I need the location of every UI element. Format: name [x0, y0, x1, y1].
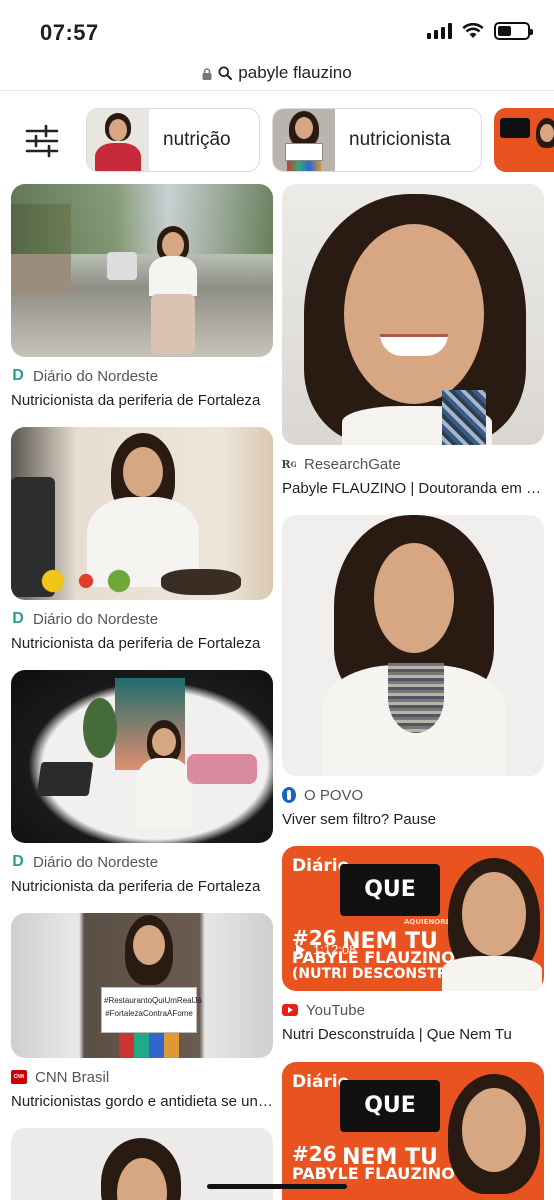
cnn-icon: CNN	[11, 1070, 27, 1084]
source-name: YouTube	[306, 1001, 365, 1019]
result-title[interactable]: Nutricionista da periferia de Fortaleza	[11, 635, 273, 652]
result-title[interactable]: Pabyle FLAUZINO | Doutoranda em Nutrição	[282, 480, 544, 497]
result-source[interactable]: D Diário do Nordeste	[11, 609, 273, 629]
result-title[interactable]: Viver sem filtro? Pause	[282, 811, 544, 828]
chip-label: nutricionista	[349, 129, 451, 150]
chip-nutricionista[interactable]: nutricionista	[272, 108, 482, 172]
result-image[interactable]	[11, 670, 273, 843]
result-image[interactable]: #RestaurantoQuiUmRealJá #FortalezaContra…	[11, 913, 273, 1058]
result-image[interactable]	[11, 184, 273, 357]
search-icon	[218, 66, 233, 80]
result-image[interactable]	[11, 427, 273, 600]
result-title[interactable]: Nutricionista da periferia de Fortaleza	[11, 392, 273, 409]
result-image[interactable]	[282, 515, 544, 776]
video-duration: 1:12:08	[296, 942, 356, 957]
result-card[interactable]: Diário QUE NEM TU AQUIENORDESTE #26 PABY…	[282, 846, 544, 1043]
divider	[0, 90, 554, 91]
chip-thumbnail	[87, 109, 149, 171]
result-source[interactable]: YouTube	[282, 1000, 544, 1020]
video-thumbnail[interactable]: Diário QUE NEM TU #26 PABYLE FLAUZINO	[282, 1062, 544, 1200]
sign-line: #FortalezaContraAFome	[105, 1009, 193, 1018]
result-title[interactable]: Nutri Desconstruída | Que Nem Tu	[282, 1026, 544, 1043]
related-searches-row: nutrição nutricionista	[0, 108, 554, 174]
result-source[interactable]: O POVO	[282, 785, 544, 805]
chip-nutricao[interactable]: nutrição	[86, 108, 260, 172]
sign-line: #RestaurantoQuiUmRealJá	[104, 996, 202, 1005]
diario-d-icon: D	[12, 610, 24, 627]
status-time: 07:57	[40, 20, 99, 45]
result-image[interactable]	[11, 1128, 273, 1200]
result-source[interactable]: RG ResearchGate	[281, 454, 544, 474]
source-name: CNN Brasil	[35, 1068, 110, 1086]
duration-text: 1:12:08	[313, 942, 357, 957]
home-indicator[interactable]	[207, 1184, 347, 1189]
diario-d-icon: D	[12, 853, 24, 870]
show-title: QUE NEM TU	[340, 1080, 440, 1170]
source-name: Diário do Nordeste	[33, 367, 159, 385]
result-card[interactable]: Diário QUE NEM TU #26 PABYLE FLAUZINO	[282, 1062, 544, 1200]
result-source[interactable]: CNN CNN Brasil	[11, 1067, 273, 1087]
result-card[interactable]: D Diário do Nordeste Nutricionista da pe…	[11, 427, 273, 652]
result-title[interactable]: Nutricionista da periferia de Fortaleza	[11, 878, 273, 895]
battery-icon	[494, 22, 533, 40]
guest-name: PABYLE FLAUZINO	[292, 1164, 455, 1183]
search-query: pabyle flauzino	[238, 63, 352, 82]
chip-thumbnail	[494, 108, 554, 172]
result-title[interactable]: Nutricionistas gordo e antidieta se unem	[11, 1093, 273, 1110]
researchgate-icon: RG	[281, 457, 297, 471]
episode-number: #26	[292, 1142, 337, 1166]
youtube-icon	[282, 1004, 298, 1016]
wifi-icon	[462, 23, 484, 38]
video-thumbnail[interactable]: Diário QUE NEM TU AQUIENORDESTE #26 PABY…	[282, 846, 544, 991]
status-icons	[427, 22, 533, 40]
chip-thumbnail	[273, 109, 335, 171]
result-source[interactable]: D Diário do Nordeste	[11, 366, 273, 386]
source-name: O POVO	[304, 786, 364, 804]
result-card[interactable]: D Diário do Nordeste Nutricionista da pe…	[11, 670, 273, 895]
lock-icon	[202, 68, 212, 80]
result-image[interactable]	[282, 184, 544, 445]
result-card[interactable]: O POVO Viver sem filtro? Pause	[282, 515, 544, 828]
source-name: Diário do Nordeste	[33, 853, 159, 871]
diario-d-icon: D	[12, 367, 24, 384]
show-title: QUE NEM TU	[340, 864, 440, 954]
opovo-icon	[282, 787, 296, 803]
cellular-signal-icon	[427, 23, 452, 39]
result-card[interactable]	[11, 1128, 273, 1200]
source-name: ResearchGate	[304, 455, 401, 473]
result-card[interactable]: D Diário do Nordeste Nutricionista da pe…	[11, 184, 273, 409]
protest-sign: #RestaurantoQuiUmRealJá #FortalezaContra…	[101, 987, 202, 1033]
play-icon	[296, 943, 305, 956]
result-source[interactable]: D Diário do Nordeste	[11, 852, 273, 872]
chip-que-nem-tu[interactable]	[494, 108, 554, 172]
result-card[interactable]: RG ResearchGate Pabyle FLAUZINO | Doutor…	[281, 184, 544, 497]
source-name: Diário do Nordeste	[33, 610, 159, 628]
chip-label: nutrição	[163, 129, 231, 150]
address-bar[interactable]: pabyle flauzino	[0, 56, 554, 90]
result-card[interactable]: #RestaurantoQuiUmRealJá #FortalezaContra…	[11, 913, 273, 1110]
filter-sliders-icon[interactable]	[24, 124, 60, 158]
status-bar: 07:57	[0, 0, 554, 56]
